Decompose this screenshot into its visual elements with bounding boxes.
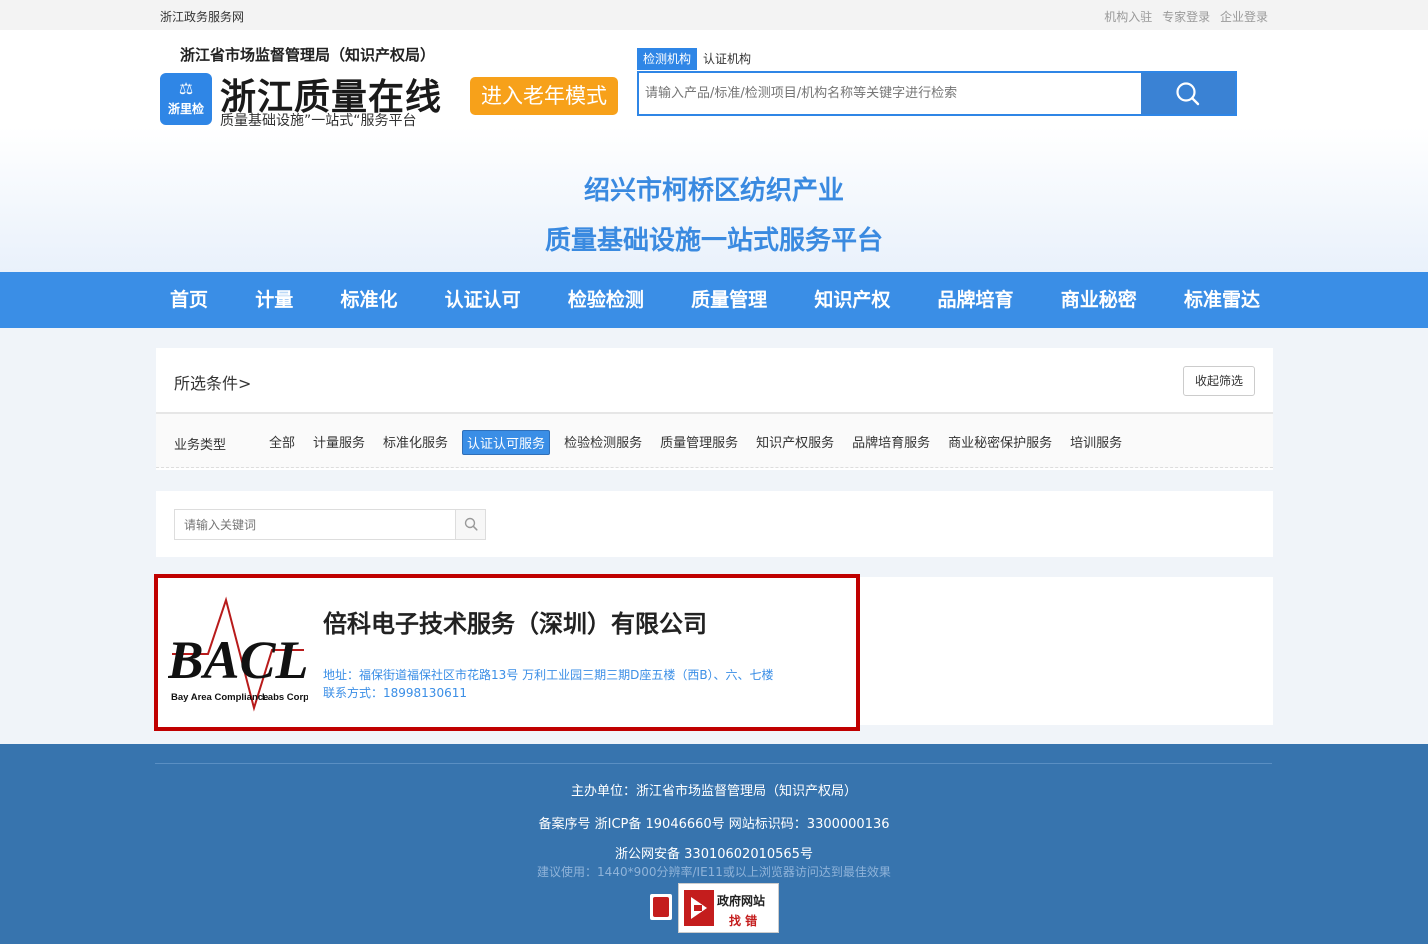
- filter-option-quality-management[interactable]: 质量管理服务: [656, 430, 742, 455]
- logo-caption-right: Labs Corp.: [262, 692, 308, 703]
- filter-option-training[interactable]: 培训服务: [1066, 430, 1126, 455]
- filter-option-certification[interactable]: 认证认可服务: [462, 430, 551, 455]
- logo-text: 浙里检: [167, 102, 204, 116]
- company-logo: BACL Bay Area Compliance Labs Corp.: [168, 596, 308, 712]
- error-report-icon: [684, 890, 714, 926]
- main-search-button[interactable]: [1141, 73, 1235, 114]
- gov-site-error-report-button[interactable]: 政府网站 找 错: [678, 883, 779, 933]
- tab-testing-institution[interactable]: 检测机构: [637, 48, 698, 70]
- institution-join-link[interactable]: 机构入驻: [1104, 10, 1152, 24]
- filter-option-all[interactable]: 全部: [265, 430, 299, 455]
- footer-sponsor: 主办单位：浙江省市场监督管理局（知识产权局）: [570, 784, 857, 799]
- platform-title-line-1: 绍兴市柯桥区纺织产业: [583, 176, 844, 206]
- nav-item-brand[interactable]: 品牌培育: [928, 272, 1024, 328]
- logo[interactable]: ⚖ 浙里检: [160, 73, 212, 125]
- nav-item-trade-secret[interactable]: 商业秘密: [1051, 272, 1147, 328]
- footer-browser-advice: 建议使用：1440*900分辨率/IE11或以上浏览器访问达到最佳效果: [537, 865, 891, 879]
- nav-item-standard-radar[interactable]: 标准雷达: [1174, 272, 1270, 328]
- nav-item-standardization[interactable]: 标准化: [330, 272, 407, 328]
- filter-panel: 所选条件> 收起筛选 业务类型 全部 计量服务 标准化服务 认证认可服务 检验检…: [156, 348, 1273, 470]
- scale-icon: ⚖: [178, 79, 194, 98]
- nav-item-quality-management[interactable]: 质量管理: [681, 272, 777, 328]
- filter-option-trade-secret[interactable]: 商业秘密保护服务: [944, 430, 1056, 455]
- gov-error-line-1: 政府网站: [717, 894, 766, 908]
- logo-caption-left: Bay Area Compliance: [171, 692, 268, 703]
- platform-title-line-2: 质量基础设施一站式服务平台: [544, 226, 883, 256]
- collapse-filter-button[interactable]: 收起筛选: [1183, 366, 1255, 396]
- nav-item-metrology[interactable]: 计量: [245, 272, 303, 328]
- header: 浙江省市场监督管理局（知识产权局） ⚖ 浙里检 浙江质量在线 质量基础设施”一站…: [0, 30, 1428, 272]
- filter-option-brand[interactable]: 品牌培育服务: [848, 430, 934, 455]
- main-nav: 首页 计量 标准化 认证认可 检验检测 质量管理 知识产权 品牌培育 商业秘密 …: [0, 272, 1428, 328]
- org-name: 浙江省市场监督管理局（知识产权局）: [180, 46, 436, 64]
- company-login-link[interactable]: 企业登录: [1220, 10, 1268, 24]
- company-name[interactable]: 倍科电子技术服务（深圳）有限公司: [323, 604, 707, 639]
- keyword-search-panel: [156, 491, 1273, 557]
- top-links: 机构入驻 专家登录 企业登录: [1098, 8, 1268, 25]
- brand-slogan: 质量基础设施”一站式“服务平台: [220, 113, 417, 129]
- nav-item-home[interactable]: 首页: [160, 272, 218, 328]
- top-bar: 浙江政务服务网 机构入驻 专家登录 企业登录: [0, 0, 1428, 30]
- footer: 主办单位：浙江省市场监督管理局（知识产权局） 备案序号 浙ICP备 190466…: [0, 744, 1428, 944]
- search-tabs: 检测机构 认证机构: [637, 48, 757, 70]
- main-search-input[interactable]: [639, 73, 1143, 114]
- tab-certification-institution[interactable]: 认证机构: [697, 48, 757, 70]
- elder-mode-button[interactable]: 进入老年模式: [470, 77, 618, 115]
- filter-option-intellectual-property[interactable]: 知识产权服务: [752, 430, 838, 455]
- filter-option-inspection[interactable]: 检验检测服务: [560, 430, 646, 455]
- nav-item-intellectual-property[interactable]: 知识产权: [804, 272, 900, 328]
- party-gov-badge-icon[interactable]: [650, 894, 672, 920]
- company-contact: 联系方式：18998130611: [323, 686, 467, 700]
- footer-police-record: 浙公网安备 33010602010565号: [615, 847, 813, 862]
- nav-item-certification[interactable]: 认证认可: [435, 272, 531, 328]
- business-type-options: 全部 计量服务 标准化服务 认证认可服务 检验检测服务 质量管理服务 知识产权服…: [260, 430, 1131, 455]
- filter-option-standardization[interactable]: 标准化服务: [379, 430, 452, 455]
- footer-divider: [155, 763, 1272, 764]
- logo-letters: BACL: [168, 630, 308, 690]
- footer-icp: 备案序号 浙ICP备 19046660号 网站标识码：3300000136: [538, 817, 890, 832]
- business-type-row: 业务类型 全部 计量服务 标准化服务 认证认可服务 检验检测服务 质量管理服务 …: [156, 412, 1273, 468]
- company-address: 地址：福保街道福保社区市花路13号 万利工业园三期三期D座五楼（西B）、六、七楼: [323, 668, 774, 682]
- result-card[interactable]: BACL Bay Area Compliance Labs Corp. 倍科电子…: [154, 574, 860, 731]
- search-icon: [464, 517, 478, 531]
- nav-item-inspection[interactable]: 检验检测: [558, 272, 654, 328]
- business-type-label: 业务类型: [174, 438, 227, 453]
- keyword-search-input[interactable]: [175, 510, 455, 539]
- keyword-search: [174, 509, 486, 540]
- expert-login-link[interactable]: 专家登录: [1162, 10, 1210, 24]
- site-name-link[interactable]: 浙江政务服务网: [160, 8, 244, 25]
- search-icon: [1176, 82, 1200, 106]
- selected-conditions-label: 所选条件>: [174, 374, 252, 393]
- filter-option-metrology[interactable]: 计量服务: [309, 430, 369, 455]
- main-search: [637, 71, 1237, 116]
- gov-error-line-2: 找 错: [729, 914, 758, 928]
- keyword-search-button[interactable]: [455, 510, 485, 539]
